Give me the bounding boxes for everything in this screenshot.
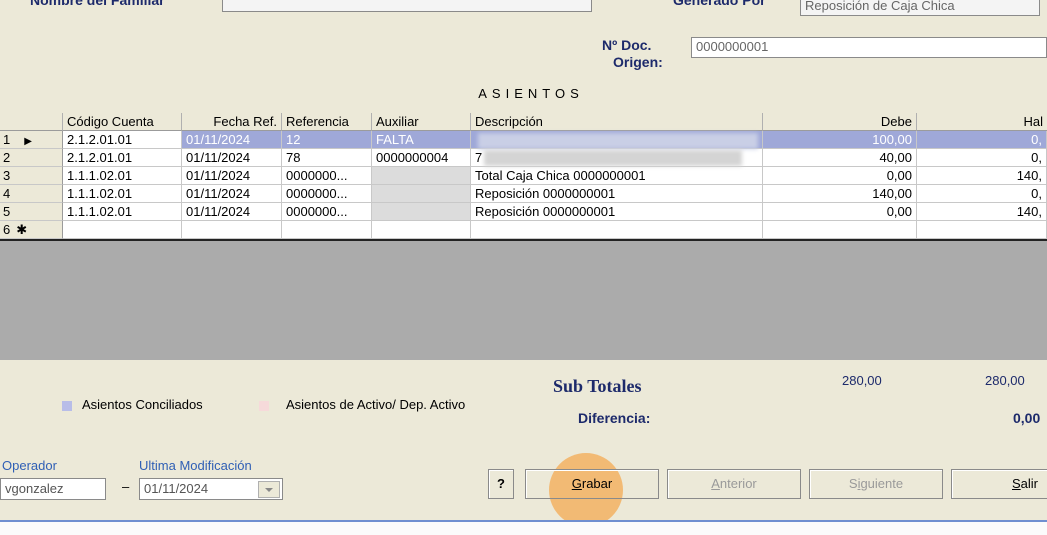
diferencia-label: Diferencia:: [578, 410, 651, 426]
siguiente-label: Siguiente: [848, 476, 904, 491]
table-row[interactable]: 3 1.1.1.02.01 01/11/2024 0000000... Tota…: [0, 167, 1047, 185]
cell-auxiliar[interactable]: [372, 185, 471, 203]
nombre-label: Nombre del Familiar: [30, 0, 165, 8]
nombre-field[interactable]: [222, 0, 592, 12]
cell-debe[interactable]: 0,00: [763, 203, 917, 221]
row-header: 2: [0, 149, 63, 167]
legend-activo-swatch: [259, 401, 269, 411]
cell-codigo[interactable]: 1.1.1.02.01: [63, 203, 182, 221]
row-header: 4: [0, 185, 63, 203]
cell-referencia[interactable]: 78: [282, 149, 372, 167]
subtotal-haber: 280,00: [985, 373, 1025, 388]
grid-bottom-line: [0, 239, 1047, 241]
cell-fecha[interactable]: 01/11/2024: [182, 149, 282, 167]
help-button[interactable]: ?: [488, 469, 514, 499]
cell-referencia[interactable]: 0000000...: [282, 185, 372, 203]
doc-label-1: Nº Doc.: [602, 37, 652, 53]
cell-haber[interactable]: 0,: [917, 149, 1047, 167]
salir-label: Salir: [1012, 476, 1039, 491]
separator-dash: –: [122, 479, 130, 494]
legend-conciliados-label: Asientos Conciliados: [82, 397, 203, 412]
cell-debe[interactable]: 100,00: [763, 131, 917, 149]
cell-debe[interactable]: 40,00: [763, 149, 917, 167]
help-label: ?: [497, 476, 505, 491]
cell-debe[interactable]: 0,00: [763, 167, 917, 185]
col-header-haber[interactable]: Hal: [917, 113, 1047, 131]
siguiente-button[interactable]: Siguiente: [809, 469, 943, 499]
ultima-dropdown[interactable]: [258, 481, 280, 498]
col-header-corner: [0, 113, 63, 131]
cell-haber[interactable]: 140,: [917, 167, 1047, 185]
col-header-codigo[interactable]: Código Cuenta: [63, 113, 182, 131]
col-header-debe[interactable]: Debe: [763, 113, 917, 131]
subtotales-label: Sub Totales: [553, 376, 642, 396]
table-row[interactable]: 4 1.1.1.02.01 01/11/2024 0000000... Repo…: [0, 185, 1047, 203]
cell-referencia[interactable]: 12: [282, 131, 372, 149]
redacted-description: [478, 133, 758, 149]
grabar-button[interactable]: Grabar: [525, 469, 659, 499]
cell-auxiliar[interactable]: FALTA: [372, 131, 471, 149]
doc-origen-field[interactable]: 0000000001: [691, 37, 1047, 58]
row-header: 5: [0, 203, 63, 221]
operador-label: Operador: [2, 458, 57, 473]
generado-label: Generado Por: [673, 0, 766, 8]
cell-fecha[interactable]: 01/11/2024: [182, 203, 282, 221]
legend-conciliados-swatch: [62, 401, 72, 411]
cell-fecha[interactable]: [182, 221, 282, 239]
bottom-strip: [0, 522, 1047, 535]
cell-referencia[interactable]: 0000000...: [282, 203, 372, 221]
salir-button[interactable]: Salir: [951, 469, 1047, 499]
anterior-button[interactable]: Anterior: [667, 469, 801, 499]
row-header: 1 ▶: [0, 131, 63, 149]
table-row-new[interactable]: 6 ✱: [0, 221, 1047, 239]
asientos-grid[interactable]: ASIENTOS Código Cuenta Fecha Ref. Refere…: [0, 84, 1047, 360]
cell-codigo[interactable]: 2.1.2.01.01: [63, 131, 182, 149]
cell-fecha[interactable]: 01/11/2024: [182, 185, 282, 203]
col-header-descripcion[interactable]: Descripción: [471, 113, 763, 131]
cell-fecha[interactable]: 01/11/2024: [182, 167, 282, 185]
grabar-label: Grabar: [571, 476, 613, 491]
cell-codigo[interactable]: 1.1.1.02.01: [63, 167, 182, 185]
cell-auxiliar[interactable]: [372, 167, 471, 185]
cell-auxiliar[interactable]: [372, 203, 471, 221]
doc-label-2: Origen:: [613, 54, 663, 70]
grid-title: ASIENTOS: [15, 84, 1047, 105]
redacted-description: [484, 150, 742, 166]
cell-descripcion[interactable]: Reposición 0000000001: [471, 203, 763, 221]
table-row[interactable]: 5 1.1.1.02.01 01/11/2024 0000000... Repo…: [0, 203, 1047, 221]
grid-spacer: [0, 104, 1047, 113]
row-header: 6 ✱: [0, 221, 63, 239]
cell-haber[interactable]: 0,: [917, 185, 1047, 203]
row-header: 3: [0, 167, 63, 185]
cell-codigo[interactable]: 2.1.2.01.01: [63, 149, 182, 167]
col-header-auxiliar[interactable]: Auxiliar: [372, 113, 471, 131]
cell-haber[interactable]: [917, 221, 1047, 239]
cell-descripcion[interactable]: [471, 221, 763, 239]
cell-referencia[interactable]: 0000000...: [282, 167, 372, 185]
chevron-down-icon: [265, 488, 273, 492]
cell-auxiliar[interactable]: 0000000004: [372, 149, 471, 167]
cell-auxiliar[interactable]: [372, 221, 471, 239]
anterior-label: Anterior: [711, 476, 757, 491]
cell-haber[interactable]: 140,: [917, 203, 1047, 221]
subtotal-debe: 280,00: [842, 373, 882, 388]
grid-topbar: [0, 84, 15, 105]
cell-debe[interactable]: 140,00: [763, 185, 917, 203]
ultima-modificacion-label: Ultima Modificación: [139, 458, 252, 473]
cell-descripcion[interactable]: Reposición 0000000001: [471, 185, 763, 203]
cell-fecha[interactable]: 01/11/2024: [182, 131, 282, 149]
cell-haber[interactable]: 0,: [917, 131, 1047, 149]
operador-field[interactable]: vgonzalez: [0, 478, 106, 500]
legend-activo-label: Asientos de Activo/ Dep. Activo: [286, 397, 466, 412]
cell-referencia[interactable]: [282, 221, 372, 239]
cell-codigo[interactable]: [63, 221, 182, 239]
col-header-referencia[interactable]: Referencia: [282, 113, 372, 131]
cell-debe[interactable]: [763, 221, 917, 239]
diferencia-value: 0,00: [1013, 410, 1041, 426]
col-header-fecha[interactable]: Fecha Ref.: [182, 113, 282, 131]
cell-codigo[interactable]: 1.1.1.02.01: [63, 185, 182, 203]
cell-descripcion[interactable]: Total Caja Chica 0000000001: [471, 167, 763, 185]
main-window: Nombre del Familiar Generado Por Reposic…: [0, 0, 1047, 535]
generado-select[interactable]: Reposición de Caja Chica: [800, 0, 1040, 16]
